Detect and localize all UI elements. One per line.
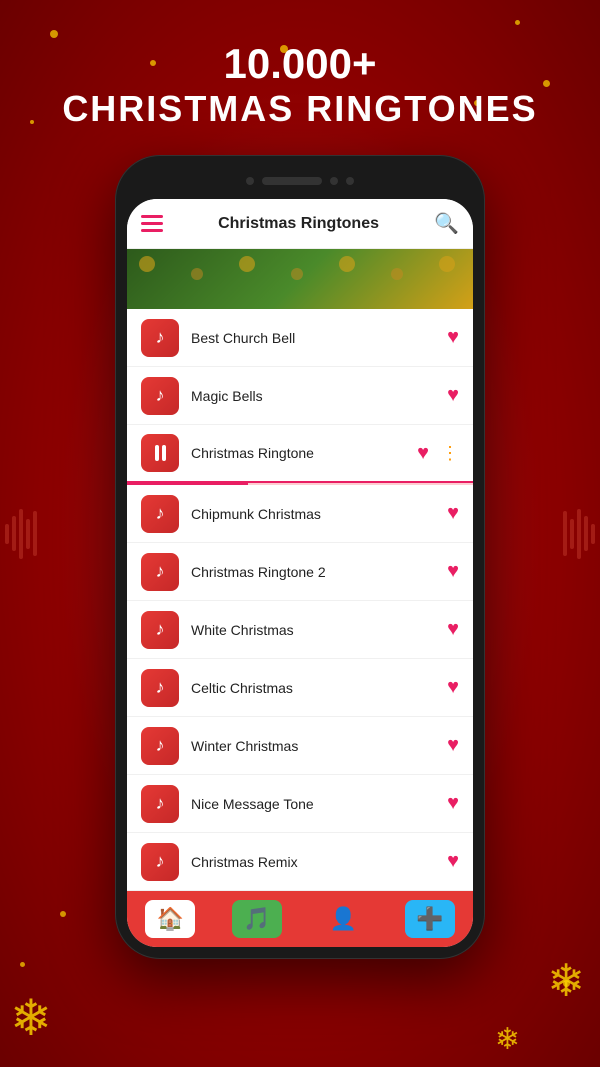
like-button[interactable]: ♥	[447, 326, 459, 349]
like-button[interactable]: ♥	[447, 792, 459, 815]
banner-image	[127, 249, 473, 309]
music-icon: ♪	[141, 319, 179, 357]
ringtone-title: Best Church Bell	[191, 330, 435, 346]
more-options-button[interactable]: ⋮	[441, 443, 459, 464]
music-icon: ♪	[141, 553, 179, 591]
waveform-right	[563, 509, 595, 559]
like-button[interactable]: ♥	[447, 502, 459, 525]
ringtone-title: White Christmas	[191, 622, 435, 638]
music-icon: ♪	[141, 669, 179, 707]
progress-bar	[127, 483, 473, 485]
phone-mockup: Christmas Ringtones 🔍 ♪ Best Church Bell…	[115, 155, 485, 959]
music-icon: ♪	[141, 377, 179, 415]
list-item[interactable]: ♪ Christmas Remix ♥	[127, 833, 473, 891]
hero-subtitle: CHRISTMAS RINGTONES	[0, 88, 600, 130]
ringtone-title: Christmas Ringtone	[191, 445, 405, 461]
nav-profile[interactable]: 👤	[318, 900, 368, 938]
home-icon: 🏠	[157, 906, 184, 932]
ringtone-title: Celtic Christmas	[191, 680, 435, 696]
list-item[interactable]: ♪ Christmas Ringtone 2 ♥	[127, 543, 473, 601]
list-item-playing[interactable]: Christmas Ringtone ♥ ⋮	[127, 425, 473, 483]
search-button[interactable]: 🔍	[434, 211, 459, 236]
hero-count: 10.000+	[0, 40, 600, 88]
ringtone-title: Chipmunk Christmas	[191, 506, 435, 522]
like-button[interactable]: ♥	[447, 734, 459, 757]
ringtone-title: Christmas Remix	[191, 854, 435, 870]
hero-title: 10.000+ CHRISTMAS RINGTONES	[0, 0, 600, 130]
phone-screen: Christmas Ringtones 🔍 ♪ Best Church Bell…	[127, 199, 473, 947]
music-icon: ♪	[141, 611, 179, 649]
ringtone-list: ♪ Best Church Bell ♥ ♪ Magic Bells ♥	[127, 309, 473, 891]
like-button[interactable]: ♥	[447, 618, 459, 641]
list-item[interactable]: ♪ Celtic Christmas ♥	[127, 659, 473, 717]
ringtone-title: Winter Christmas	[191, 738, 435, 754]
list-item[interactable]: ♪ Chipmunk Christmas ♥	[127, 485, 473, 543]
like-button[interactable]: ♥	[417, 442, 429, 465]
music-icon: ♪	[141, 727, 179, 765]
list-item[interactable]: ♪ Winter Christmas ♥	[127, 717, 473, 775]
ringtone-title: Christmas Ringtone 2	[191, 564, 435, 580]
list-item[interactable]: ♪ Best Church Bell ♥	[127, 309, 473, 367]
phone-notch	[127, 167, 473, 195]
progress-fill	[127, 483, 248, 485]
ringtone-title: Magic Bells	[191, 388, 435, 404]
like-button[interactable]: ♥	[447, 676, 459, 699]
pause-button[interactable]	[141, 434, 179, 472]
nav-home[interactable]: 🏠	[145, 900, 195, 938]
bottom-navigation: 🏠 🎵 👤 ➕	[127, 891, 473, 947]
list-item[interactable]: ♪ White Christmas ♥	[127, 601, 473, 659]
person-icon: 👤	[330, 906, 357, 932]
list-item[interactable]: ♪ Magic Bells ♥	[127, 367, 473, 425]
list-item[interactable]: ♪ Nice Message Tone ♥	[127, 775, 473, 833]
music-note-icon: 🎵	[243, 906, 270, 932]
app-title: Christmas Ringtones	[173, 215, 424, 233]
like-button[interactable]: ♥	[447, 384, 459, 407]
plus-icon: ➕	[416, 906, 443, 932]
menu-button[interactable]	[141, 215, 163, 232]
waveform-left	[5, 509, 37, 559]
nav-add[interactable]: ➕	[405, 900, 455, 938]
app-header: Christmas Ringtones 🔍	[127, 199, 473, 249]
music-icon: ♪	[141, 843, 179, 881]
music-icon: ♪	[141, 785, 179, 823]
music-icon: ♪	[141, 495, 179, 533]
nav-ringtones[interactable]: 🎵	[232, 900, 282, 938]
like-button[interactable]: ♥	[447, 850, 459, 873]
ringtone-title: Nice Message Tone	[191, 796, 435, 812]
like-button[interactable]: ♥	[447, 560, 459, 583]
